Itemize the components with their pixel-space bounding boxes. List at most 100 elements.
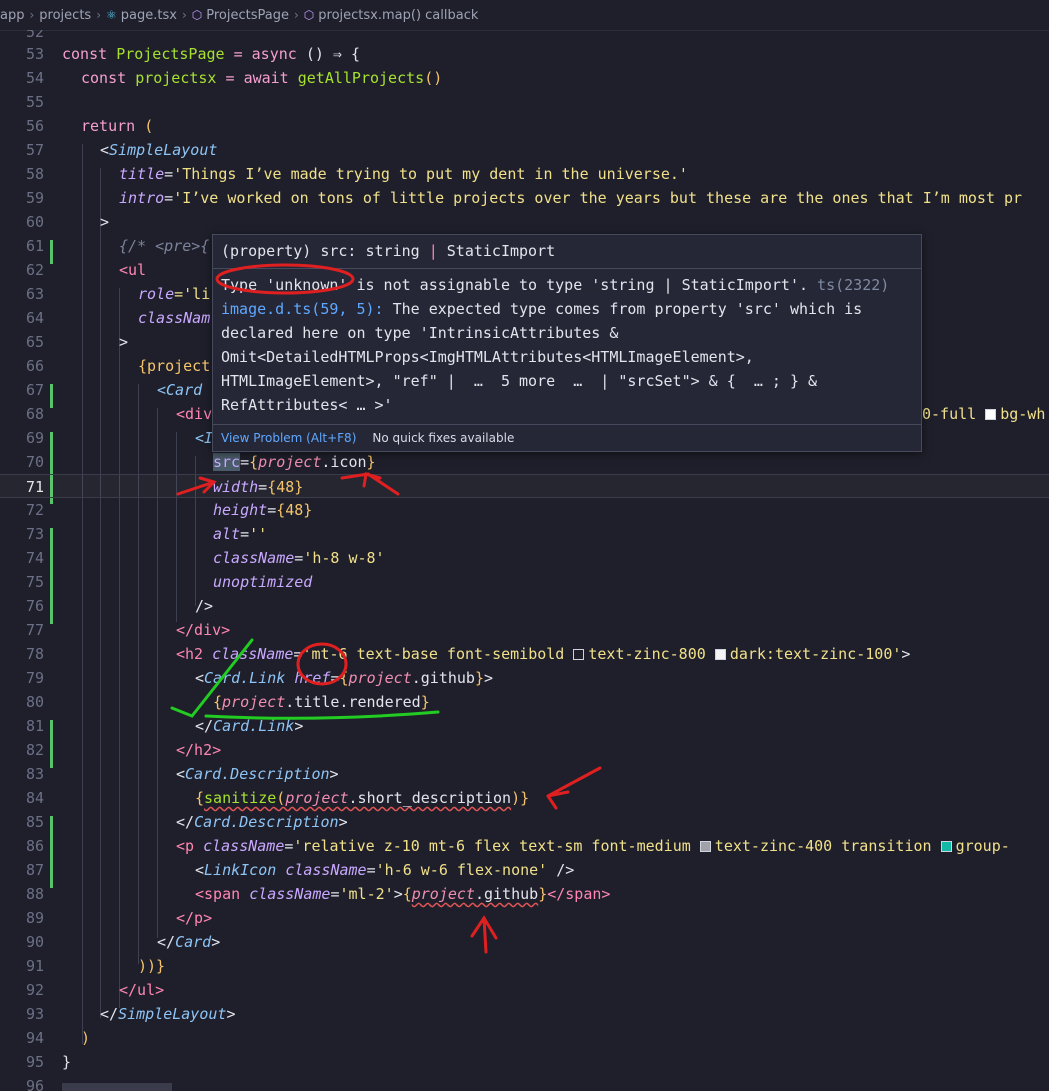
line-number: 80	[25, 693, 44, 711]
breadcrumb-item-projectspage[interactable]: ⬡ ProjectsPage	[192, 8, 289, 23]
code-token: Card.Link	[213, 717, 295, 735]
code-token: {48}	[276, 501, 313, 519]
tooltip-footer: View Problem (Alt+F8) No quick fixes ava…	[213, 424, 921, 451]
breadcrumb-label: projectsx.map() callback	[318, 7, 479, 23]
code-line: 87 <LinkIcon className='h-6 w-6 flex-non…	[0, 858, 1049, 882]
code-token: href	[294, 669, 331, 687]
line-number: 61	[25, 237, 44, 255]
color-swatch[interactable]	[940, 841, 952, 852]
code-token: )	[81, 1029, 91, 1047]
code-token: (	[144, 117, 154, 135]
code-token: () ⇒ {	[305, 45, 361, 63]
code-token: 'ml-2'	[339, 885, 394, 903]
code-token: >	[338, 813, 348, 831]
code-token: </	[157, 933, 176, 951]
line-number: 93	[25, 1005, 44, 1023]
code-token: {	[249, 453, 259, 471]
code-line: 84 {sanitize(project.short_description)}	[0, 786, 1049, 810]
tooltip-text: HTMLImageElement>, "ref" | … 5 more … | …	[221, 372, 818, 390]
horizontal-scrollbar[interactable]	[62, 1083, 172, 1091]
code-token: .title.rendered	[285, 693, 421, 711]
code-line: 70 src={project.icon}	[0, 450, 1049, 474]
line-number: 66	[25, 357, 44, 375]
code-token: <Card	[157, 381, 203, 399]
code-line: 59 intro='I’ve worked on tons of little …	[0, 186, 1049, 210]
line-number: 72	[25, 501, 44, 519]
line-number: 64	[25, 309, 44, 327]
breadcrumb-item-callback[interactable]: ⬡ projectsx.map() callback	[304, 8, 479, 23]
code-token: const	[81, 69, 127, 87]
line-number: 92	[25, 981, 44, 999]
code-line: 57 <SimpleLayout	[0, 138, 1049, 162]
code-token: title	[119, 165, 165, 183]
line-number: 81	[25, 717, 44, 735]
code-token: const	[62, 45, 108, 63]
code-token: className	[213, 549, 295, 567]
breadcrumb-item-page-tsx[interactable]: ⚛ page.tsx	[106, 8, 177, 23]
tooltip-error-code: ts(2322)	[808, 276, 890, 294]
code-token: <span	[195, 885, 241, 903]
code-token: </p>	[176, 909, 213, 927]
code-token: </h2>	[176, 741, 222, 759]
breadcrumb-label: page.tsx	[120, 7, 177, 23]
code-token: project	[285, 789, 349, 807]
code-token: className	[212, 645, 294, 663]
view-problem-link[interactable]: View Problem (Alt+F8)	[221, 431, 356, 445]
code-token: ProjectsPage	[116, 45, 225, 63]
code-line: 92 </ul>	[0, 978, 1049, 1002]
code-token: 'Things I’ve made trying to put my dent …	[173, 165, 688, 183]
chevron-right-icon: ›	[181, 8, 187, 22]
code-line: 80 {project.title.rendered}	[0, 690, 1049, 714]
color-swatch[interactable]	[985, 409, 997, 420]
code-line-current: 71 width={48}	[0, 474, 1049, 498]
line-number: 77	[25, 621, 44, 639]
code-editor[interactable]: 52 53 const ProjectsPage = async () ⇒ { …	[0, 30, 1049, 1091]
line-number: 62	[25, 261, 44, 279]
code-token: 'h-6 w-6 flex-none'	[375, 861, 548, 879]
line-number: 59	[25, 189, 44, 207]
code-token: .short_description	[348, 789, 512, 807]
code-token: ='li	[174, 285, 211, 303]
tooltip-signature: (property) src: string | StaticImport	[221, 241, 555, 261]
code-line: 90 </Card>	[0, 930, 1049, 954]
code-token: bg-wh	[1000, 405, 1046, 423]
chevron-right-icon: ›	[96, 8, 102, 22]
code-token: {	[402, 885, 412, 903]
code-line: 95 }	[0, 1050, 1049, 1074]
breadcrumb-item-app[interactable]: app	[0, 8, 24, 23]
line-number: 78	[25, 645, 44, 663]
tooltip-text: declared here on type 'IntrinsicAttribut…	[221, 324, 619, 342]
color-swatch[interactable]	[699, 841, 711, 852]
code-line: 93 </SimpleLayout>	[0, 1002, 1049, 1026]
code-token: alt	[213, 525, 241, 543]
code-token: Card	[175, 933, 212, 951]
code-token: className	[285, 861, 367, 879]
no-quick-fixes-label: No quick fixes available	[372, 431, 515, 445]
code-token: 'I’ve worked on tons of little projects …	[173, 189, 1023, 207]
line-number: 75	[25, 573, 44, 591]
color-swatch[interactable]	[714, 649, 726, 660]
tooltip-file-link[interactable]: image.d.ts(59, 5):	[221, 300, 384, 318]
code-line: 74 className='h-8 w-8'	[0, 546, 1049, 570]
line-number: 76	[25, 597, 44, 615]
line-number: 53	[25, 45, 44, 63]
breadcrumb-item-projects[interactable]: projects	[39, 8, 91, 23]
code-token: =	[233, 45, 243, 63]
tooltip-text: Type	[221, 276, 267, 294]
code-token: classNam	[138, 309, 211, 327]
code-token: {	[339, 669, 349, 687]
chevron-right-icon: ›	[29, 8, 35, 22]
color-swatch[interactable]	[573, 649, 585, 660]
code-token: =	[267, 501, 277, 519]
code-token: SimpleLayout	[109, 141, 218, 159]
line-number: 55	[25, 93, 44, 111]
code-token: 'mt-6 text-base font-semibold	[302, 645, 565, 663]
code-token: </span>	[547, 885, 611, 903]
code-token: SimpleLayout	[118, 1005, 227, 1023]
code-token: =	[294, 549, 304, 567]
code-token: Card.Description	[185, 765, 330, 783]
line-number: 86	[25, 837, 44, 855]
code-token: </div>	[176, 621, 231, 639]
code-token: .github	[474, 885, 539, 903]
code-token: >	[119, 333, 129, 351]
